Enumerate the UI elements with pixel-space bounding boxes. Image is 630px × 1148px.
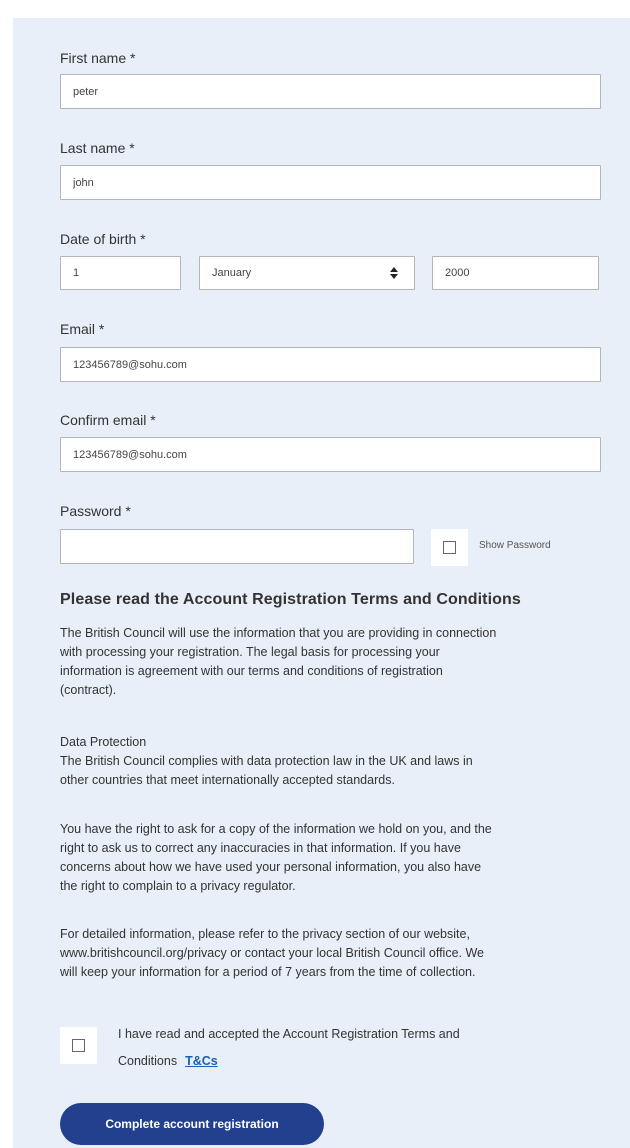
first-name-input[interactable] bbox=[60, 74, 601, 109]
dob-year-input[interactable] bbox=[432, 256, 599, 290]
show-password-checkbox[interactable] bbox=[431, 529, 468, 566]
password-label: Password * bbox=[60, 503, 131, 519]
select-updown-icon bbox=[390, 267, 398, 279]
email-input[interactable] bbox=[60, 347, 601, 382]
accept-terms-checkbox[interactable] bbox=[60, 1027, 97, 1064]
show-password-label: Show Password bbox=[479, 540, 551, 551]
terms-heading: Please read the Account Registration Ter… bbox=[60, 591, 521, 608]
email-label: Email * bbox=[60, 321, 105, 337]
privacy-paragraph: For detailed information, please refer t… bbox=[60, 927, 485, 979]
accept-terms-label: I have read and accepted the Account Reg… bbox=[118, 1027, 460, 1068]
password-input[interactable] bbox=[60, 529, 414, 564]
data-protection-paragraph: Data Protection The British Council comp… bbox=[60, 735, 473, 787]
confirm-email-input[interactable] bbox=[60, 437, 601, 472]
dob-day-input[interactable] bbox=[60, 256, 181, 290]
last-name-label: Last name * bbox=[60, 140, 135, 156]
terms-paragraph-1: The British Council will use the informa… bbox=[60, 626, 497, 697]
first-name-label: First name * bbox=[60, 50, 136, 66]
dob-month-select[interactable]: January bbox=[199, 256, 415, 290]
complete-registration-button[interactable]: Complete account registration bbox=[60, 1103, 324, 1145]
rights-paragraph: You have the right to ask for a copy of … bbox=[60, 822, 492, 893]
confirm-email-label: Confirm email * bbox=[60, 412, 156, 428]
tcs-link[interactable]: T&Cs bbox=[185, 1054, 218, 1068]
last-name-input[interactable] bbox=[60, 165, 601, 200]
date-of-birth-label: Date of birth * bbox=[60, 231, 146, 247]
dob-month-value: January bbox=[212, 267, 252, 279]
